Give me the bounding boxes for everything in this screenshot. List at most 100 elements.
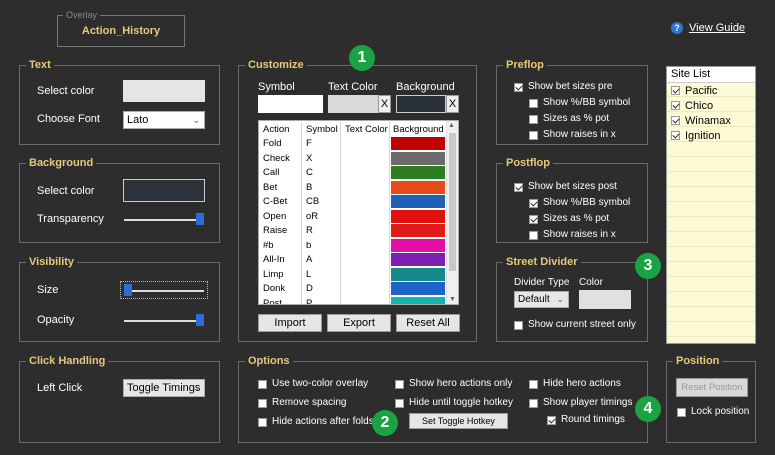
scroll-up-icon[interactable]: ▲ <box>448 122 455 129</box>
preflop-show-bet-checkbox[interactable]: Show bet sizes pre <box>514 81 613 93</box>
checkbox-box[interactable] <box>514 320 523 330</box>
table-row[interactable]: Call C <box>259 165 449 180</box>
checkbox-box[interactable] <box>529 98 538 108</box>
opacity-label: Opacity <box>37 314 75 326</box>
background-color-swatch <box>391 137 445 151</box>
position-title: Position <box>673 354 723 368</box>
checkbox-box[interactable] <box>677 407 686 417</box>
checkbox-box[interactable] <box>529 198 538 208</box>
remove-spacing-checkbox[interactable]: Remove spacing <box>258 397 346 409</box>
postflop-raises-label: Show raises in x <box>543 229 616 240</box>
checkbox-box[interactable] <box>395 398 404 408</box>
text-color-cell <box>340 194 390 209</box>
background-color-swatch <box>391 151 445 165</box>
postflop-show-bet-checkbox[interactable]: Show bet sizes post <box>514 181 617 193</box>
checkbox-box[interactable] <box>395 379 404 389</box>
checkbox-box[interactable] <box>258 417 267 427</box>
reset-position-button[interactable]: Reset Position <box>676 378 748 397</box>
table-row[interactable]: Fold F <box>259 136 449 151</box>
symbol-input[interactable] <box>258 95 323 113</box>
divider-type-select[interactable]: Default ⌄ <box>514 291 569 308</box>
checkbox-box[interactable] <box>514 182 523 192</box>
background-swatch-customize[interactable] <box>396 95 446 113</box>
postflop-show-bb-checkbox[interactable]: Show %/BB symbol <box>529 197 630 209</box>
table-row[interactable]: Bet B <box>259 180 449 195</box>
preflop-show-bb-checkbox[interactable]: Show %/BB symbol <box>529 97 630 109</box>
round-timings-checkbox[interactable]: Round timings <box>547 414 625 426</box>
scroll-thumb[interactable] <box>449 133 456 271</box>
checkbox-box[interactable] <box>671 116 680 125</box>
divider-color-swatch[interactable] <box>579 290 631 309</box>
table-row[interactable]: Check X <box>259 151 449 166</box>
checkbox-box[interactable] <box>547 415 556 425</box>
size-slider-thumb[interactable] <box>124 284 132 296</box>
show-timings-label: Show player timings <box>543 397 633 408</box>
checkbox-box[interactable] <box>529 114 538 124</box>
clear-background-button[interactable]: X <box>446 95 459 113</box>
scroll-down-icon[interactable]: ▼ <box>449 296 456 303</box>
text-color-swatch[interactable] <box>123 80 205 102</box>
checkbox-box[interactable] <box>258 379 267 389</box>
opacity-slider[interactable] <box>124 320 204 322</box>
text-color-swatch-customize[interactable] <box>328 95 378 113</box>
show-timings-checkbox[interactable]: Show player timings <box>529 397 632 409</box>
site-item[interactable]: Winamax <box>671 113 731 128</box>
transparency-label: Transparency <box>37 213 104 225</box>
checkbox-box[interactable] <box>529 379 538 389</box>
site-item[interactable]: Chico <box>671 98 731 113</box>
table-row[interactable]: Donk D <box>259 281 449 296</box>
font-select[interactable]: Lato ⌄ <box>123 111 205 129</box>
checkbox-box[interactable] <box>529 130 538 140</box>
table-row[interactable]: All-In A <box>259 252 449 267</box>
transparency-slider-thumb[interactable] <box>196 213 204 225</box>
hide-after-folds-checkbox[interactable]: Hide actions after folds <box>258 416 374 428</box>
badge-2: 2 <box>372 410 398 436</box>
view-guide-link-wrap[interactable]: ? View Guide <box>671 22 745 34</box>
checkbox-box[interactable] <box>529 230 538 240</box>
action-cell: #b <box>259 238 302 253</box>
site-item[interactable]: Ignition <box>671 128 731 143</box>
site-list[interactable]: Site List Pacific Chico Winamax Ignition <box>666 66 756 344</box>
checkbox-box[interactable] <box>671 131 680 140</box>
background-color-swatch <box>391 166 445 180</box>
two-color-checkbox[interactable]: Use two-color overlay <box>258 378 368 390</box>
checkbox-box[interactable] <box>258 398 267 408</box>
site-item[interactable]: Pacific <box>671 83 731 98</box>
checkbox-box[interactable] <box>529 214 538 224</box>
checkbox-box[interactable] <box>671 101 680 110</box>
checkbox-box[interactable] <box>671 86 680 95</box>
show-current-street-checkbox[interactable]: Show current street only <box>514 319 636 331</box>
view-guide-link[interactable]: View Guide <box>689 22 745 34</box>
show-hero-only-checkbox[interactable]: Show hero actions only <box>395 378 512 390</box>
table-row[interactable]: C-Bet CB <box>259 194 449 209</box>
table-row[interactable]: Post P <box>259 296 449 304</box>
text-color-cell <box>340 281 390 296</box>
postflop-raises-checkbox[interactable]: Show raises in x <box>529 229 616 241</box>
table-row[interactable]: Limp L <box>259 267 449 282</box>
left-click-select[interactable]: Toggle Timings ⌄ <box>123 379 205 397</box>
postflop-pot-checkbox[interactable]: Sizes as % pot <box>529 213 609 225</box>
reset-all-button[interactable]: Reset All <box>396 314 460 332</box>
size-slider[interactable] <box>124 290 204 292</box>
postflop-show-bb-label: Show %/BB symbol <box>543 197 631 208</box>
set-toggle-hotkey-button[interactable]: Set Toggle Hotkey <box>409 413 508 429</box>
table-scrollbar[interactable]: ▲ ▼ <box>446 121 458 304</box>
checkbox-box[interactable] <box>514 82 523 92</box>
preflop-pot-checkbox[interactable]: Sizes as % pot <box>529 113 609 125</box>
transparency-slider[interactable] <box>124 219 204 221</box>
lock-position-checkbox[interactable]: Lock position <box>677 406 749 418</box>
preflop-raises-checkbox[interactable]: Show raises in x <box>529 129 616 141</box>
hide-hero-checkbox[interactable]: Hide hero actions <box>529 378 621 390</box>
hide-until-checkbox[interactable]: Hide until toggle hotkey <box>395 397 513 409</box>
background-color-swatch[interactable] <box>123 179 205 202</box>
table-row[interactable]: Open oR <box>259 209 449 224</box>
table-row[interactable]: #b b <box>259 238 449 253</box>
export-button[interactable]: Export <box>327 314 391 332</box>
table-row[interactable]: Raise R <box>259 223 449 238</box>
font-select-value: Lato <box>127 114 149 126</box>
clear-text-color-button[interactable]: X <box>378 95 391 113</box>
options-title: Options <box>245 354 293 368</box>
import-button[interactable]: Import <box>258 314 322 332</box>
opacity-slider-thumb[interactable] <box>196 314 204 326</box>
checkbox-box[interactable] <box>529 398 538 408</box>
